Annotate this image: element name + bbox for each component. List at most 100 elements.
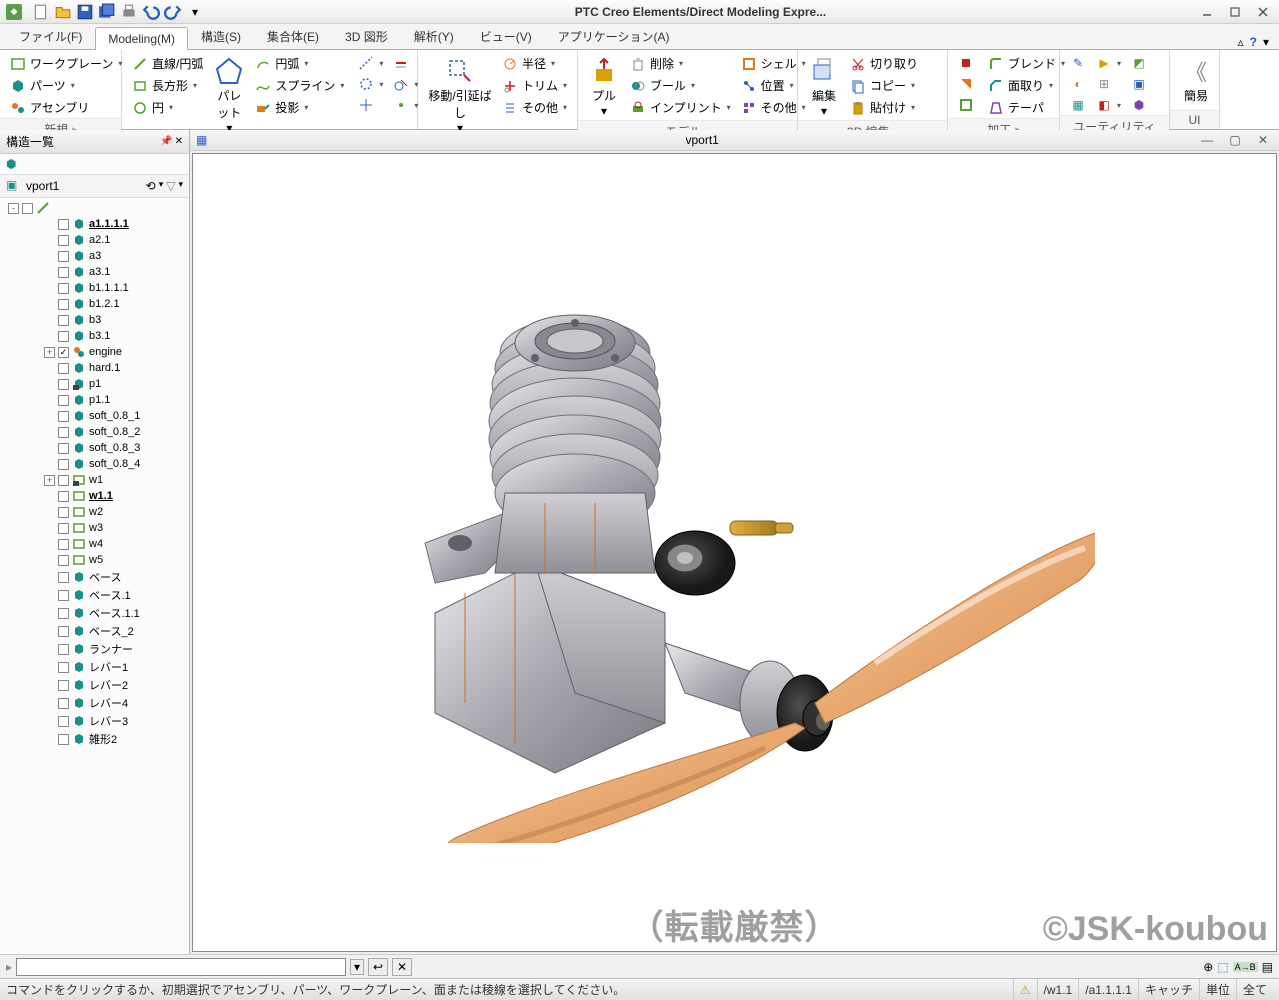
tree-node[interactable]: w3: [0, 520, 189, 536]
tab-analysis[interactable]: 解析(Y): [401, 23, 467, 49]
tree-node[interactable]: レバー1: [0, 658, 189, 676]
status-all[interactable]: 全て: [1236, 979, 1273, 1000]
util-9[interactable]: ⬢: [1127, 95, 1151, 115]
tree-node[interactable]: +engine: [0, 344, 189, 360]
util-8[interactable]: ▣: [1127, 74, 1151, 94]
construct-circle-icon[interactable]: ▾: [354, 74, 387, 94]
tab-file[interactable]: ファイル(F): [6, 23, 95, 49]
parts-button[interactable]: パーツ▾: [6, 75, 126, 96]
cmd-dropdown[interactable]: ▾: [350, 959, 364, 975]
checkbox[interactable]: [58, 475, 69, 486]
util-6[interactable]: ◧▾: [1092, 95, 1125, 115]
rectangle-button[interactable]: 長方形▾: [128, 75, 207, 96]
tab-assembly[interactable]: 集合体(E): [254, 23, 332, 49]
structure-tree[interactable]: -a1.1.1.1a2.1a3a3.1b1.1.1.1b1.2.1b3b3.1+…: [0, 198, 189, 954]
cut-button[interactable]: 切り取り: [846, 53, 922, 74]
radius-button[interactable]: 半径▾: [498, 53, 571, 74]
trim-button[interactable]: トリム▾: [498, 75, 571, 96]
arc-button[interactable]: 円弧▾: [251, 53, 348, 74]
util-5[interactable]: ⊞: [1092, 74, 1125, 94]
pin-icon[interactable]: 📌: [160, 136, 172, 147]
tree-node[interactable]: soft_0.8_4: [0, 456, 189, 472]
maximize-button[interactable]: [1225, 5, 1245, 19]
util-2[interactable]: ◐: [1066, 74, 1090, 94]
checkbox[interactable]: [58, 379, 69, 390]
tree-node[interactable]: soft_0.8_1: [0, 408, 189, 424]
move-stretch-button[interactable]: 移動/引延ばし▾: [424, 53, 496, 137]
qat-print-icon[interactable]: [120, 3, 138, 21]
checkbox[interactable]: [58, 395, 69, 406]
status-part[interactable]: /a1.1.1.1: [1078, 979, 1138, 1000]
tree-node[interactable]: soft_0.8_2: [0, 424, 189, 440]
checkbox[interactable]: [58, 507, 69, 518]
blend-button[interactable]: ブレンド▾: [984, 53, 1069, 74]
checkbox[interactable]: [58, 363, 69, 374]
tree-node[interactable]: b3: [0, 312, 189, 328]
tree-node[interactable]: soft_0.8_3: [0, 440, 189, 456]
checkbox[interactable]: [58, 427, 69, 438]
checkbox[interactable]: [58, 555, 69, 566]
line-arc-button[interactable]: 直線/円弧: [128, 53, 207, 74]
cmd-cancel-button[interactable]: ✕: [392, 958, 412, 976]
tree-node[interactable]: p1.1: [0, 392, 189, 408]
status-icon-2[interactable]: ⬚: [1217, 960, 1228, 974]
paste-button[interactable]: 貼付け▾: [846, 97, 922, 118]
warn-icon[interactable]: ⚠: [1020, 983, 1031, 997]
tab-3dshape[interactable]: 3D 図形: [332, 23, 401, 49]
tree-node[interactable]: +w1: [0, 472, 189, 488]
tree-node[interactable]: a3.1: [0, 264, 189, 280]
checkbox[interactable]: [58, 219, 69, 230]
expand-icon[interactable]: +: [44, 347, 55, 358]
chamfer-button[interactable]: 面取り▾: [984, 75, 1069, 96]
simple-ui-button[interactable]: 《簡易: [1176, 53, 1216, 106]
checkbox[interactable]: [58, 443, 69, 454]
tree-node[interactable]: b3.1: [0, 328, 189, 344]
tree-node[interactable]: 雑形2: [0, 730, 189, 748]
tree-node[interactable]: レバー4: [0, 694, 189, 712]
tree-node[interactable]: w2: [0, 504, 189, 520]
circle-button[interactable]: 円▾: [128, 97, 207, 118]
checkbox[interactable]: [58, 523, 69, 534]
checkbox[interactable]: [58, 698, 69, 709]
checkbox[interactable]: [58, 539, 69, 550]
ribbon-collapse-icon[interactable]: ▵: [1238, 35, 1244, 49]
edit3d-button[interactable]: 編集▾: [804, 53, 844, 120]
spline-button[interactable]: スプライン▾: [251, 75, 348, 96]
viewport-canvas[interactable]: （転載厳禁） ©JSK-koubou: [192, 153, 1277, 952]
checkbox[interactable]: [58, 608, 69, 619]
tree-node[interactable]: w4: [0, 536, 189, 552]
checkbox[interactable]: [58, 251, 69, 262]
help-dropdown-icon[interactable]: ▾: [1263, 35, 1269, 49]
tree-node[interactable]: b1.2.1: [0, 296, 189, 312]
project-button[interactable]: 投影▾: [251, 97, 348, 118]
checkbox[interactable]: [58, 411, 69, 422]
util-1[interactable]: ✎: [1066, 53, 1090, 73]
tab-view[interactable]: ビュー(V): [467, 23, 545, 49]
filter-icon[interactable]: ▽: [166, 179, 175, 193]
vport-tab-label[interactable]: vport1: [26, 179, 59, 193]
status-icon-4[interactable]: ▤: [1262, 960, 1273, 974]
command-input[interactable]: [16, 958, 346, 976]
tree-node[interactable]: -: [0, 200, 189, 216]
tree-node[interactable]: ランナー: [0, 640, 189, 658]
tree-node[interactable]: ベース.1: [0, 586, 189, 604]
pull-button[interactable]: プル▾: [584, 53, 624, 120]
vp-maximize[interactable]: ▢: [1225, 133, 1245, 147]
other2d-button[interactable]: その他▾: [498, 97, 571, 118]
status-icon-3[interactable]: A→B: [1233, 962, 1258, 972]
panel-close-icon[interactable]: ✕: [175, 136, 183, 147]
boolean-button[interactable]: ブール▾: [626, 75, 735, 96]
tree-tab-icon[interactable]: ▣: [6, 178, 22, 194]
status-wp[interactable]: /w1.1: [1037, 979, 1079, 1000]
tree-node[interactable]: a2.1: [0, 232, 189, 248]
util-3[interactable]: ▦: [1066, 95, 1090, 115]
imprint-button[interactable]: インプリント▾: [626, 97, 735, 118]
vp-close[interactable]: ✕: [1253, 133, 1273, 147]
tree-root-icon[interactable]: ⬢: [6, 157, 16, 171]
checkbox[interactable]: [58, 491, 69, 502]
tree-node[interactable]: a3: [0, 248, 189, 264]
tree-node[interactable]: w5: [0, 552, 189, 568]
util-7[interactable]: ◩: [1127, 53, 1151, 73]
status-icon-1[interactable]: ⊕: [1203, 960, 1213, 974]
checkbox[interactable]: [58, 283, 69, 294]
